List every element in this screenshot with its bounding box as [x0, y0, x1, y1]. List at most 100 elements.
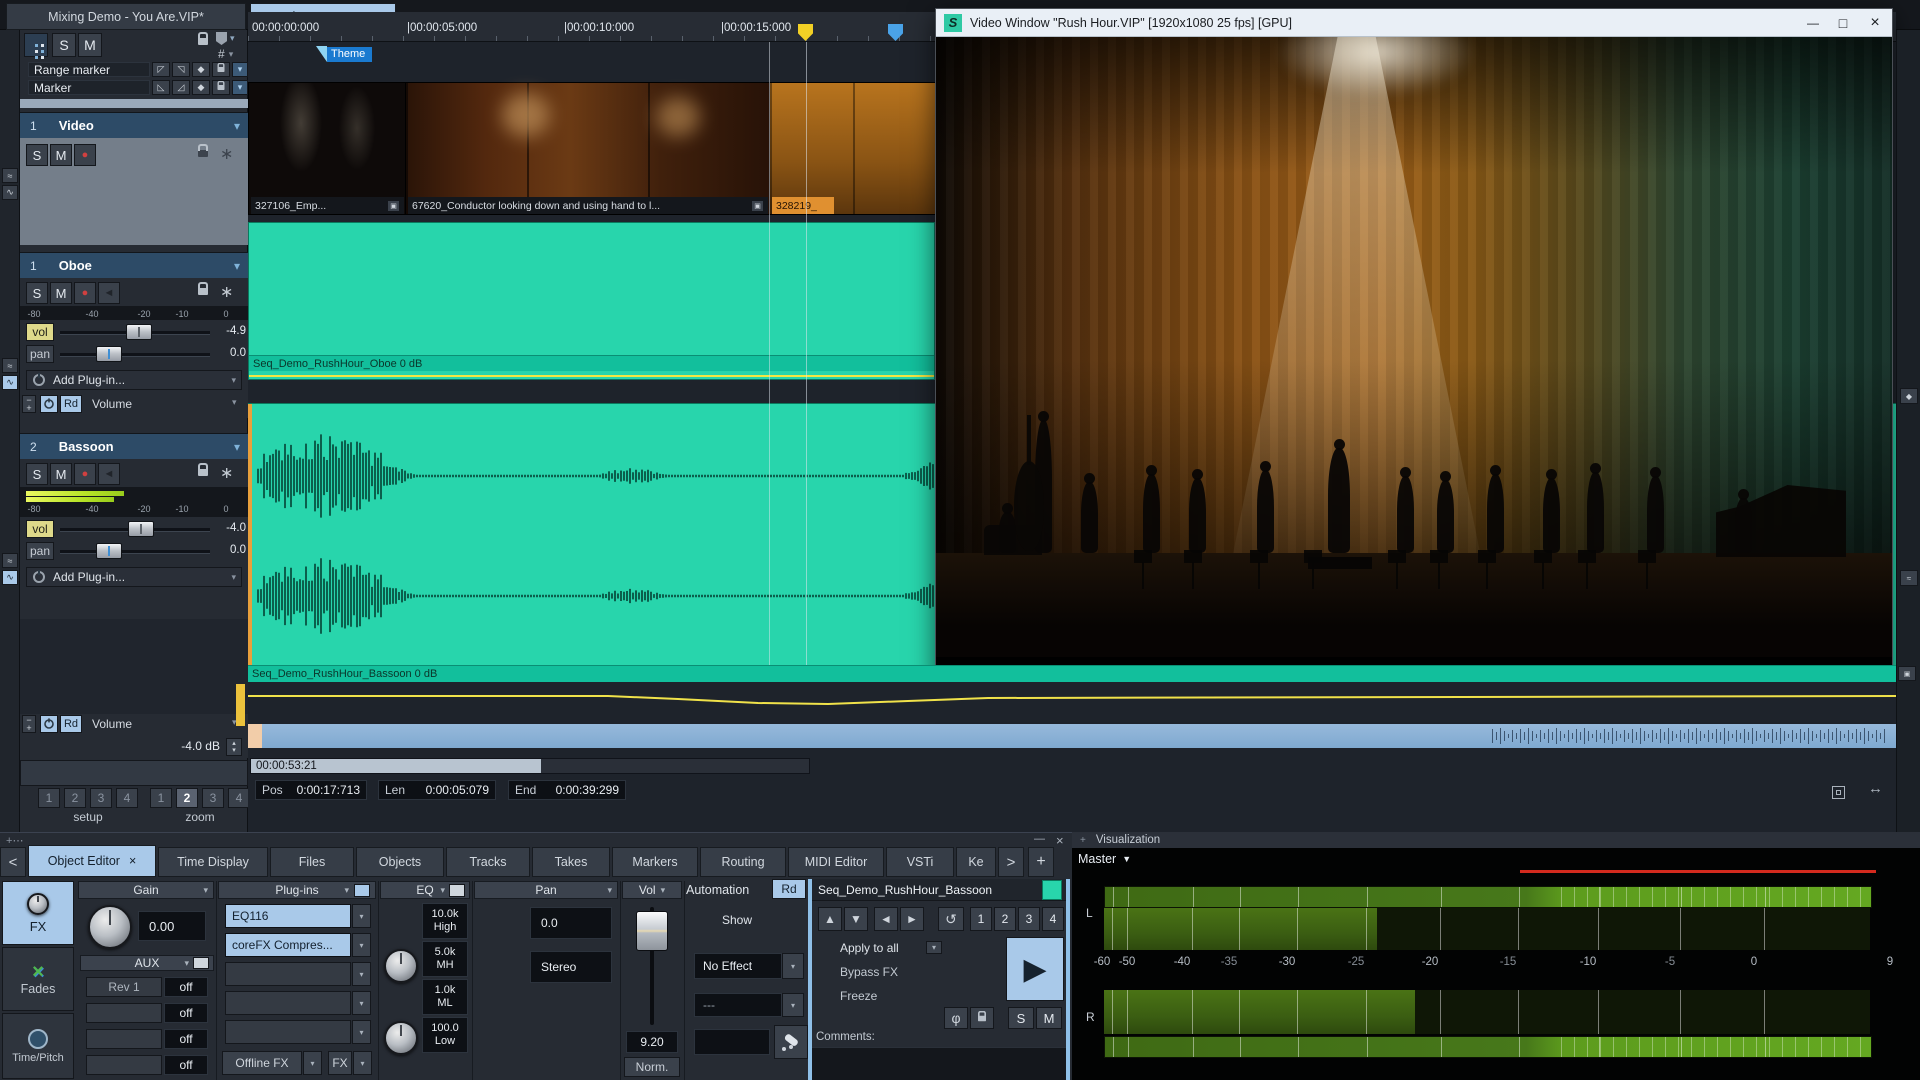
object-solo-button[interactable]: S: [1008, 1007, 1034, 1029]
tab-scroll-left[interactable]: <: [0, 847, 26, 877]
fullscreen-icon[interactable]: [1832, 786, 1845, 799]
plugin-slot-4-dropdown[interactable]: ▾: [352, 991, 371, 1015]
video-window-titlebar[interactable]: S Video Window "Rush Hour.VIP" [1920x108…: [936, 9, 1892, 37]
marker-label[interactable]: Marker: [28, 80, 150, 95]
video-clip-3[interactable]: [770, 83, 936, 214]
fx-star-icon[interactable]: ∗: [220, 282, 233, 302]
dock-tab-takes[interactable]: Takes: [532, 847, 610, 877]
vol-chip[interactable]: vol: [26, 323, 54, 341]
dock-tab-objects[interactable]: Objects: [356, 847, 444, 877]
range-color-icon[interactable]: ◆: [192, 62, 210, 77]
lock-icon[interactable]: [198, 150, 208, 157]
lane-power-button[interactable]: [40, 715, 58, 733]
fx-button[interactable]: FX: [328, 1051, 352, 1075]
vol-section-header[interactable]: Vol ▾: [622, 881, 682, 899]
chevron-down-icon[interactable]: ▾: [607, 885, 612, 896]
comments-box[interactable]: [812, 1047, 1066, 1080]
take-1-button[interactable]: 1: [970, 907, 992, 931]
track-collapse-icon[interactable]: ≈: [2, 168, 18, 183]
plugins-toggle[interactable]: [354, 884, 370, 897]
pan-value[interactable]: 0.0: [530, 907, 612, 939]
range-start-icon[interactable]: ◸: [152, 62, 170, 77]
range-lock-icon[interactable]: [212, 62, 230, 77]
plugin-slot-2-dropdown[interactable]: ▾: [352, 933, 371, 957]
fit-horizontal-icon[interactable]: ↔: [1868, 780, 1883, 797]
normalize-button[interactable]: Norm.: [624, 1057, 680, 1077]
aux-header[interactable]: AUX ▾: [80, 955, 214, 971]
volume-slider-handle[interactable]: [128, 521, 154, 537]
dock-tab-tracks[interactable]: Tracks: [446, 847, 530, 877]
plugins-section-header[interactable]: Plug-ins ▾: [218, 881, 376, 899]
mute-button[interactable]: M: [50, 463, 72, 485]
tab-mixing-demo[interactable]: Mixing Demo - You Are.VIP*: [6, 3, 246, 30]
aux-send-1-name[interactable]: Rev 1: [86, 977, 162, 997]
rail-icon[interactable]: ≈: [1900, 570, 1918, 586]
chevron-down-icon[interactable]: ▾: [661, 885, 666, 896]
panel-scrollbar[interactable]: [20, 99, 248, 108]
range-dropdown[interactable]: ▾: [232, 62, 248, 77]
take-4-button[interactable]: 4: [1042, 907, 1064, 931]
timeline-scroll-track[interactable]: 00:00:53:21: [250, 758, 810, 774]
pan-chip[interactable]: pan: [26, 542, 54, 560]
maximize-icon[interactable]: □: [1828, 15, 1858, 31]
add-plugin-row[interactable]: Add Plug-in... ▾: [26, 567, 242, 587]
gain-value[interactable]: 0.00: [138, 911, 206, 941]
plugin-slot-4[interactable]: [225, 991, 351, 1015]
rail-icon[interactable]: ◆: [1900, 388, 1918, 404]
video-window[interactable]: S Video Window "Rush Hour.VIP" [1920x108…: [935, 8, 1893, 684]
eq-ml-value[interactable]: 1.0kML: [422, 979, 468, 1015]
solo-button[interactable]: S: [26, 463, 48, 485]
plugin-slot-2[interactable]: coreFX Compres...: [225, 933, 351, 957]
dock-move-icon[interactable]: +⋯: [6, 834, 23, 847]
record-button[interactable]: ●: [74, 144, 96, 166]
chevron-down-icon[interactable]: ▾: [232, 397, 237, 408]
chevron-down-icon[interactable]: ▾: [234, 440, 240, 454]
marker-goto-icon[interactable]: ◿: [172, 80, 190, 95]
record-button[interactable]: ●: [74, 282, 96, 304]
aux-send-3-value[interactable]: off: [164, 1029, 208, 1049]
object-undo-button[interactable]: ↺: [938, 907, 964, 931]
dock-tab-vsti[interactable]: VSTi: [886, 847, 954, 877]
solo-button[interactable]: S: [26, 144, 48, 166]
mute-all-button[interactable]: M: [78, 33, 102, 57]
marker-set-icon[interactable]: ◺: [152, 80, 170, 95]
lane-read-button[interactable]: Rd: [60, 395, 82, 413]
offline-fx-button[interactable]: Offline FX: [222, 1051, 302, 1075]
chevron-down-icon[interactable]: ▾: [234, 259, 240, 273]
bassoon-volume-lane[interactable]: [248, 682, 1896, 722]
aux-send-2-value[interactable]: off: [164, 1003, 208, 1023]
lane-power-button[interactable]: [40, 395, 58, 413]
object-play-button[interactable]: ▶: [1006, 937, 1064, 1001]
lane-read-button[interactable]: Rd: [60, 715, 82, 733]
chevron-down-icon[interactable]: ▾: [234, 119, 240, 133]
aux-send-4-value[interactable]: off: [164, 1055, 208, 1075]
range-marker-label[interactable]: Range marker: [28, 62, 150, 77]
security-dropdown[interactable]: ▾: [216, 32, 235, 45]
tab-scroll-right[interactable]: >: [998, 847, 1024, 877]
take-2-button[interactable]: 2: [994, 907, 1016, 931]
oboe-clip[interactable]: Seq_Demo_RushHour_Oboe 0 dB: [248, 222, 935, 380]
volume-slider-handle[interactable]: [126, 324, 152, 340]
eq-low-value[interactable]: 100.0Low: [422, 1017, 468, 1053]
lock-icon[interactable]: [198, 38, 208, 45]
oe-tool-fades[interactable]: × Fades: [2, 947, 74, 1011]
end-field[interactable]: End 0:00:39:299: [508, 780, 626, 800]
object-mute-button[interactable]: M: [1036, 1007, 1062, 1029]
video-clip-1[interactable]: [249, 83, 406, 214]
viz-header[interactable]: + Visualization: [1072, 832, 1920, 848]
oe-tool-timepitch[interactable]: Time/Pitch: [2, 1013, 74, 1079]
automation-curve-icon[interactable]: ∿: [2, 570, 18, 585]
add-plugin-row[interactable]: Add Plug-in... ▾: [26, 370, 242, 390]
fx-star-icon[interactable]: ∗: [220, 463, 233, 483]
marker-color-icon[interactable]: ◆: [192, 80, 210, 95]
object-prev-button[interactable]: ◄: [874, 907, 898, 931]
dock-tab-object-editor[interactable]: Object Editor ×: [28, 845, 156, 877]
dock-minimize-icon[interactable]: —: [1034, 833, 1045, 845]
automation-read-button[interactable]: Rd: [772, 879, 806, 899]
dock-tab-files[interactable]: Files: [270, 847, 354, 877]
object-color-swatch[interactable]: [1042, 880, 1062, 900]
eq-high-knob[interactable]: [384, 949, 418, 983]
pan-section-header[interactable]: Pan ▾: [474, 881, 618, 899]
close-icon[interactable]: ×: [1858, 14, 1892, 32]
chevron-down-icon[interactable]: ▾: [344, 885, 349, 896]
